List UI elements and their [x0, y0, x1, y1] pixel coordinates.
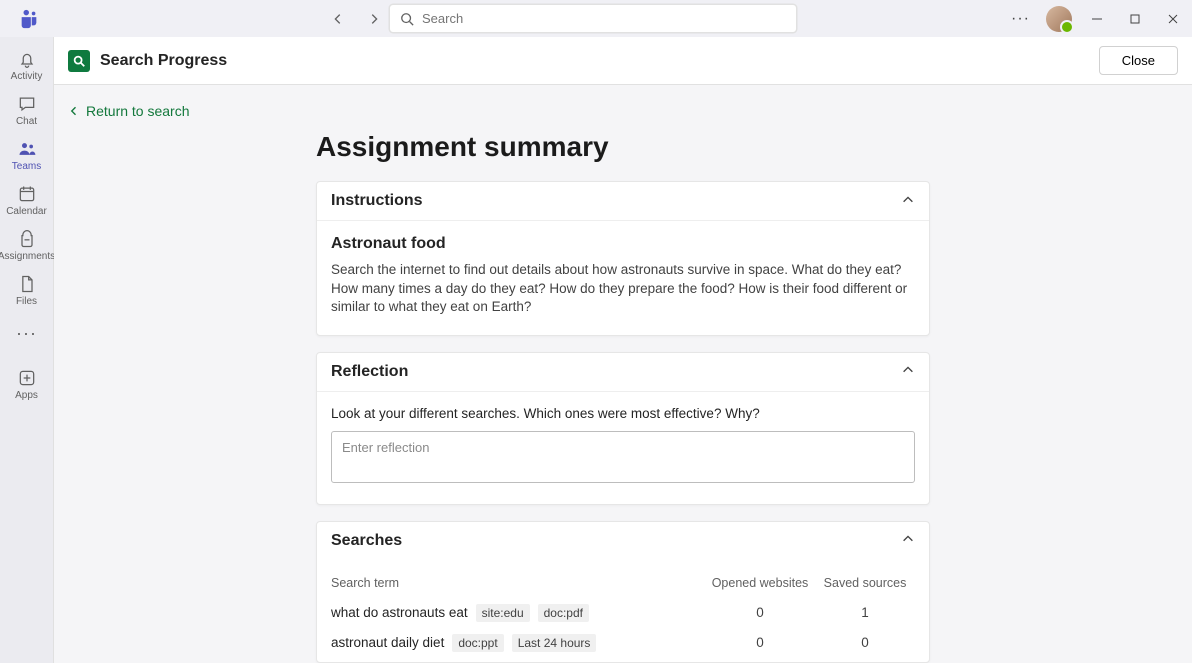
rail-activity[interactable]: Activity — [0, 43, 54, 86]
nav-forward-button[interactable] — [361, 6, 387, 32]
content-area: Search Progress Close Return to search A… — [54, 37, 1192, 663]
reflection-input[interactable] — [331, 431, 915, 483]
instructions-card: Instructions Astronaut food Search the i… — [316, 181, 930, 336]
more-menu-button[interactable]: ··· — [1007, 6, 1034, 32]
reflection-card: Reflection Look at your different search… — [316, 352, 930, 505]
instructions-body: Astronaut food Search the internet to fi… — [317, 221, 929, 335]
assignment-description: Search the internet to find out details … — [331, 261, 915, 317]
searches-heading: Searches — [331, 532, 402, 550]
rail-label: Files — [16, 296, 37, 307]
search-icon — [400, 12, 414, 26]
searches-body: Search term Opened websites Saved source… — [317, 560, 929, 662]
app-title: Search Progress — [100, 52, 227, 70]
rail-chat[interactable]: Chat — [0, 88, 54, 131]
search-input[interactable] — [422, 11, 786, 26]
search-tag: Last 24 hours — [512, 634, 597, 652]
col-search-term: Search term — [331, 576, 705, 590]
user-avatar[interactable] — [1046, 6, 1072, 32]
page-title: Assignment summary — [316, 131, 930, 163]
backpack-icon — [16, 228, 38, 250]
nav-arrows — [325, 6, 387, 32]
col-opened-websites: Opened websites — [705, 576, 815, 590]
app-header: Search Progress Close — [54, 37, 1192, 85]
instructions-toggle[interactable]: Instructions — [317, 182, 929, 221]
rail-teams[interactable]: Teams — [0, 133, 54, 176]
rail-label: Apps — [15, 390, 38, 401]
rail-label: Chat — [16, 116, 37, 127]
nav-back-button[interactable] — [325, 6, 351, 32]
search-row: what do astronauts eat site:edu doc:pdf … — [331, 598, 915, 628]
return-to-search-link[interactable]: Return to search — [54, 85, 1192, 127]
rail-label: Teams — [12, 161, 41, 172]
chat-icon — [16, 93, 38, 115]
search-row: astronaut daily diet doc:ppt Last 24 hou… — [331, 628, 915, 658]
global-search[interactable] — [389, 4, 797, 33]
bell-icon — [16, 48, 38, 70]
saved-count: 0 — [815, 635, 915, 650]
rail-files[interactable]: Files — [0, 268, 54, 311]
rail-label: Assignments — [0, 251, 55, 262]
teams-logo-icon — [18, 8, 40, 30]
reflection-toggle[interactable]: Reflection — [317, 353, 929, 392]
file-icon — [16, 273, 38, 295]
search-term-cell: astronaut daily diet doc:ppt Last 24 hou… — [331, 634, 705, 652]
saved-count: 1 — [815, 605, 915, 620]
rail-assignments[interactable]: Assignments — [0, 223, 54, 266]
reflection-prompt: Look at your different searches. Which o… — [331, 406, 915, 421]
search-tag: doc:ppt — [452, 634, 503, 652]
titlebar: ··· — [0, 0, 1192, 37]
col-saved-sources: Saved sources — [815, 576, 915, 590]
window-maximize-button[interactable] — [1122, 6, 1148, 32]
search-tag: site:edu — [476, 604, 530, 622]
rail-label: Calendar — [6, 206, 47, 217]
rail-more-button[interactable]: ··· — [10, 317, 43, 350]
rail-apps[interactable]: Apps — [0, 356, 54, 405]
opened-count: 0 — [705, 605, 815, 620]
instructions-heading: Instructions — [331, 192, 423, 210]
search-term-text: what do astronauts eat — [331, 605, 468, 620]
chevron-up-icon — [901, 363, 915, 380]
opened-count: 0 — [705, 635, 815, 650]
search-tag: doc:pdf — [538, 604, 589, 622]
chevron-up-icon — [901, 193, 915, 210]
search-progress-app-icon — [68, 50, 90, 72]
reflection-heading: Reflection — [331, 363, 408, 381]
rail-calendar[interactable]: Calendar — [0, 178, 54, 221]
app-rail: Activity Chat Teams Calendar Assignments… — [0, 37, 54, 663]
searches-toggle[interactable]: Searches — [317, 522, 929, 560]
window-minimize-button[interactable] — [1084, 6, 1110, 32]
calendar-icon — [16, 183, 38, 205]
window-close-button[interactable] — [1160, 6, 1186, 32]
reflection-body: Look at your different searches. Which o… — [317, 392, 929, 504]
main-scroll[interactable]: Return to search Assignment summary Inst… — [54, 85, 1192, 663]
searches-header-row: Search term Opened websites Saved source… — [331, 570, 915, 598]
assignment-title: Astronaut food — [331, 235, 915, 253]
search-term-text: astronaut daily diet — [331, 635, 444, 650]
rail-label: Activity — [11, 71, 43, 82]
chevron-up-icon — [901, 532, 915, 549]
people-icon — [16, 138, 38, 160]
apps-plus-icon — [16, 367, 38, 389]
return-link-label: Return to search — [86, 103, 190, 119]
search-term-cell: what do astronauts eat site:edu doc:pdf — [331, 604, 705, 622]
close-button[interactable]: Close — [1099, 46, 1178, 75]
searches-card: Searches Search term Opened websites Sav… — [316, 521, 930, 663]
